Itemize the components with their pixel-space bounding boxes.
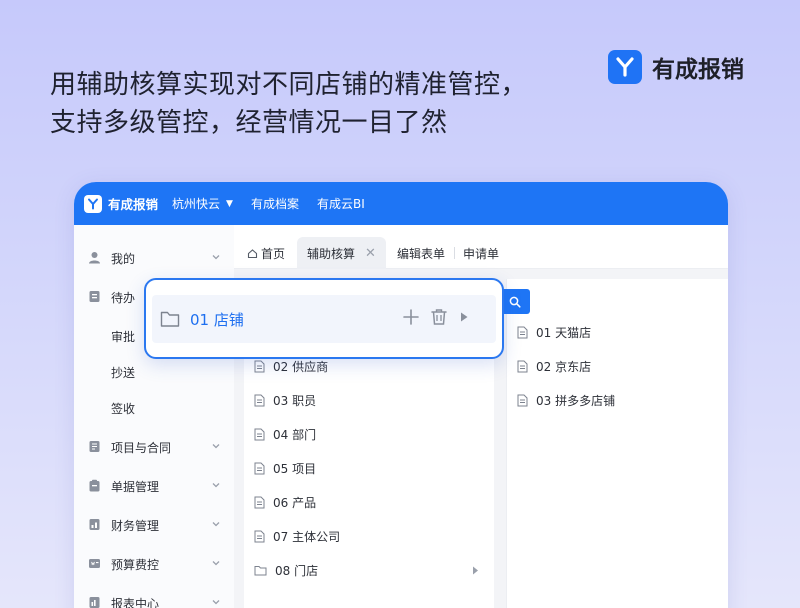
list-item-label: 04 部门 — [273, 427, 317, 442]
app-window: 有成报销 杭州快云 ▼ 有成档案 有成云BI 我的 待办 审批 抄送 签收 项目… — [74, 182, 728, 608]
tab-home[interactable]: 首页 — [247, 237, 285, 269]
list-item-label: 06 产品 — [273, 495, 317, 510]
sidebar-subitem-receive[interactable]: 签收 — [74, 396, 234, 420]
finance-icon — [89, 519, 100, 530]
sidebar-item-label: 单据管理 — [111, 479, 160, 494]
store-category-label: 01 店铺 — [190, 310, 244, 329]
app-brand-name: 有成报销 — [108, 197, 159, 212]
close-icon[interactable]: ✕ — [365, 246, 376, 261]
store-category-row[interactable]: 01 店铺 — [152, 295, 496, 343]
sidebar-item-label: 抄送 — [111, 365, 136, 380]
sidebar-item-documents[interactable]: 单据管理 — [74, 474, 234, 498]
tab-bar: 首页 辅助核算 ✕ 编辑表单 申请单 — [234, 225, 728, 269]
add-icon[interactable] — [402, 308, 420, 326]
document-icon — [517, 360, 528, 372]
search-button[interactable] — [500, 289, 530, 314]
chevron-down-icon — [212, 483, 220, 488]
list-item-label: 02 供应商 — [273, 359, 329, 374]
chevron-down-icon — [212, 561, 220, 566]
tab-label: 编辑表单 — [397, 246, 446, 261]
contract-icon — [89, 441, 100, 452]
tab-label: 申请单 — [463, 246, 500, 261]
chevron-down-icon — [212, 255, 220, 260]
brand-y-icon — [608, 50, 642, 84]
list-item[interactable]: 03 职员 — [254, 389, 316, 411]
sidebar-subitem-cc[interactable]: 抄送 — [74, 360, 234, 384]
detail-list-panel: 01 天猫店 02 京东店 03 拼多多店铺 — [506, 279, 728, 608]
company-name: 杭州快云 — [172, 197, 221, 211]
sidebar-item-label: 预算费控 — [111, 557, 160, 572]
nav-link-archive[interactable]: 有成档案 — [251, 195, 299, 212]
list-item-label: 03 职员 — [273, 393, 317, 408]
trash-icon[interactable] — [430, 308, 448, 326]
chevron-down-icon — [212, 444, 220, 449]
brand-name: 有成报销 — [652, 57, 744, 83]
caret-right-icon[interactable] — [458, 311, 470, 323]
tab-label: 首页 — [261, 246, 286, 261]
sidebar-item-mine[interactable]: 我的 — [74, 246, 234, 270]
sidebar-item-reports[interactable]: 报表中心 — [74, 591, 234, 608]
app-logo-icon — [84, 194, 102, 213]
caret-right-icon[interactable] — [472, 566, 479, 575]
sidebar-item-label: 签收 — [111, 401, 136, 416]
headline: 用辅助核算实现对不同店铺的精准管控， 支持多级管控，经营情况一目了然 — [50, 66, 527, 142]
chevron-down-icon — [212, 600, 220, 605]
document-icon — [517, 394, 528, 406]
list-item[interactable]: 02 京东店 — [517, 355, 591, 377]
tab-application[interactable]: 申请单 — [463, 237, 499, 269]
document-icon — [254, 394, 265, 406]
sidebar-item-budget[interactable]: 预算费控 — [74, 552, 234, 576]
sidebar-item-finance[interactable]: 财务管理 — [74, 513, 234, 537]
store-category-callout: 01 店铺 — [144, 278, 504, 359]
sidebar-item-label: 我的 — [111, 251, 136, 266]
home-icon — [247, 248, 258, 258]
user-icon — [89, 252, 100, 264]
list-item-label: 02 京东店 — [536, 359, 592, 374]
document-icon — [517, 326, 528, 338]
list-item-label: 03 拼多多店铺 — [536, 393, 616, 408]
top-bar: 有成报销 杭州快云 ▼ 有成档案 有成云BI — [74, 182, 728, 225]
sidebar-item-label: 报表中心 — [111, 596, 160, 608]
sidebar-item-label: 项目与合同 — [111, 440, 172, 455]
list-item-label: 05 项目 — [273, 461, 317, 476]
sidebar-item-projects[interactable]: 项目与合同 — [74, 435, 234, 459]
list-item-label: 07 主体公司 — [273, 529, 341, 544]
brand-logo-block: 有成报销 — [608, 50, 744, 84]
sidebar-item-label: 审批 — [111, 329, 136, 344]
headline-line-2: 支持多级管控，经营情况一目了然 — [50, 108, 448, 138]
sidebar-item-label: 财务管理 — [111, 518, 160, 533]
tab-divider — [454, 247, 455, 259]
search-icon — [509, 296, 521, 308]
document-icon — [254, 462, 265, 474]
list-item[interactable]: 07 主体公司 — [254, 525, 340, 547]
todo-icon — [89, 291, 100, 302]
document-icon — [254, 360, 265, 372]
tab-label: 辅助核算 — [307, 246, 356, 261]
document-icon — [254, 496, 265, 508]
budget-icon — [89, 559, 100, 568]
list-item[interactable]: 03 拼多多店铺 — [517, 389, 615, 411]
chevron-down-icon — [212, 522, 220, 527]
clipboard-icon — [89, 479, 100, 492]
row-actions — [402, 308, 480, 326]
list-item[interactable]: 05 项目 — [254, 457, 316, 479]
tab-aux-accounting[interactable]: 辅助核算 ✕ — [297, 237, 386, 269]
tab-edit-form[interactable]: 编辑表单 — [397, 237, 445, 269]
document-icon — [254, 530, 265, 542]
list-item-label: 01 天猫店 — [536, 325, 592, 340]
company-switcher[interactable]: 杭州快云 ▼ — [172, 195, 233, 212]
folder-icon — [254, 565, 267, 575]
report-icon — [89, 597, 100, 608]
list-item-label: 08 门店 — [275, 563, 319, 578]
caret-down-icon: ▼ — [226, 198, 233, 209]
list-item[interactable]: 01 天猫店 — [517, 321, 591, 343]
list-item[interactable]: 08 门店 — [254, 559, 318, 581]
list-item[interactable]: 04 部门 — [254, 423, 316, 445]
folder-icon — [160, 311, 180, 327]
list-item[interactable]: 06 产品 — [254, 491, 316, 513]
document-icon — [254, 428, 265, 440]
nav-link-bi[interactable]: 有成云BI — [317, 195, 365, 212]
headline-line-1: 用辅助核算实现对不同店铺的精准管控， — [50, 70, 528, 100]
sidebar-item-label: 待办 — [111, 290, 136, 305]
